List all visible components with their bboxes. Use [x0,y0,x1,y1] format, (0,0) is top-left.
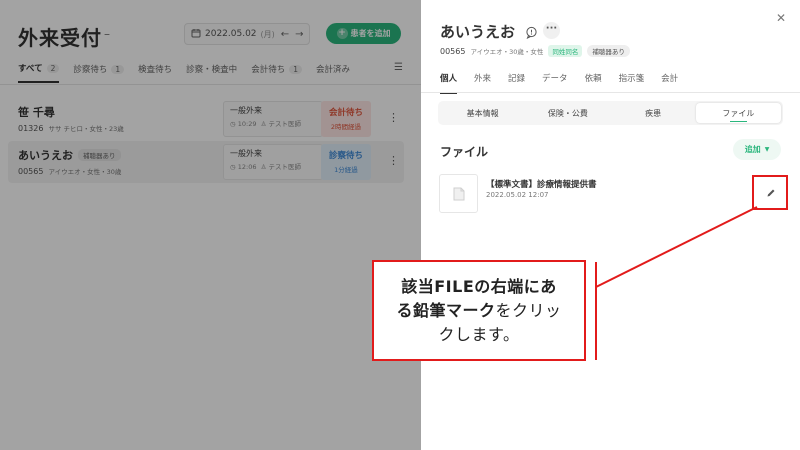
patient-drawer: あいうえお ··· ✕ 00565 アイウエオ・30歳・女性 同姓同名 補聴器あ… [421,0,800,450]
tab-billing[interactable]: 会計 [661,72,678,94]
drawer-patient-name: あいうえお [440,23,516,41]
callout-line1: 該当FILEの右端にあ [401,276,557,296]
tab-personal[interactable]: 個人 [440,72,458,94]
highlight-box [752,175,788,210]
callout-line2-bold: る鉛筆マーク [396,300,496,320]
same-name-badge: 同姓同名 [548,45,583,57]
callout-box: 該当FILEの右端にあ る鉛筆マークをクリッ クします。 [372,260,586,361]
chevron-down-icon: ▼ [764,146,770,153]
file-date: 2022.05.02 12:07 [486,191,549,199]
subtab-basic-info[interactable]: 基本情報 [440,103,525,123]
tab-requests[interactable]: 依頼 [585,72,602,94]
subtab-segmented-control: 基本情報 保険・公費 疾患 ファイル [438,101,783,125]
divider [421,92,800,93]
hearing-aid-badge: 補聴器あり [587,45,630,57]
add-file-button[interactable]: 追加 ▼ [733,139,781,160]
drawer-patient-meta: 00565 アイウエオ・30歳・女性 同姓同名 補聴器あり [440,45,630,57]
tab-data[interactable]: データ [542,72,568,94]
drawer-tabs: 個人 外来 記録 データ 依頼 指示箋 会計 [440,72,678,94]
close-icon[interactable]: ✕ [776,11,786,25]
more-icon[interactable]: ··· [543,22,560,39]
modal-overlay[interactable] [0,0,421,450]
tab-outpatient[interactable]: 外来 [474,72,491,94]
subtab-insurance[interactable]: 保険・公費 [525,103,610,123]
callout-line2-rest: をクリッ [495,300,562,320]
subtab-files[interactable]: ファイル [695,103,781,123]
section-title: ファイル [440,145,489,159]
file-icon[interactable] [439,174,478,213]
file-title[interactable]: 【標準文書】診療情報提供書 [486,178,597,190]
tab-records[interactable]: 記録 [508,72,525,94]
drawer-patient-details: アイウエオ・30歳・女性 [470,48,544,56]
tab-orders[interactable]: 指示箋 [619,72,645,94]
drawer-patient-id: 00565 [440,46,466,56]
subtab-diseases[interactable]: 疾患 [611,103,696,123]
callout-line3: クします。 [438,324,520,344]
message-icon[interactable] [525,24,538,40]
add-label: 追加 [744,145,761,154]
callout-text: 該当FILEの右端にあ る鉛筆マークをクリッ クします。 [396,275,561,347]
